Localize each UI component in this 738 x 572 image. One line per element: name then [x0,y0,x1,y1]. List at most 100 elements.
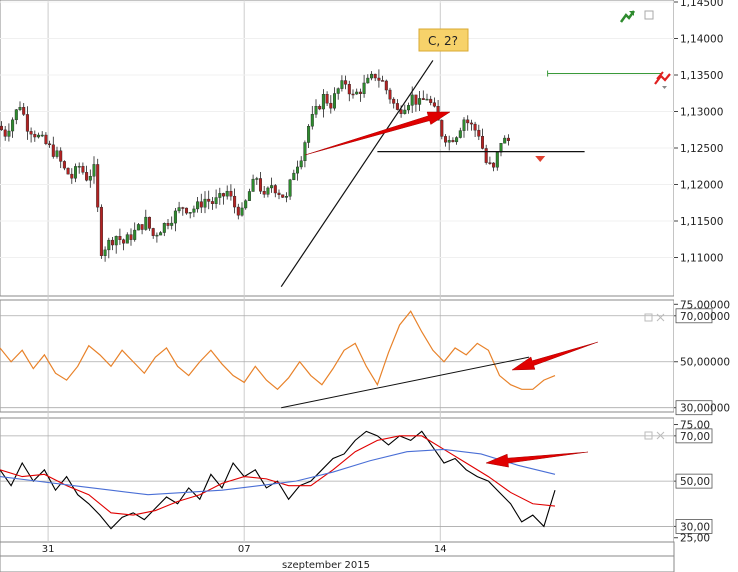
candle-body [233,195,237,208]
x-tick-label: 14 [434,544,447,555]
y-tick-label: 1,14500 [680,0,723,9]
candle-body [321,94,325,110]
y-tick-label: 30,00 [680,521,710,533]
candle-body [296,166,300,174]
y-tick-label: 30,00000 [680,403,730,415]
candle-body [162,223,166,233]
candle-body [284,196,288,198]
candle-body [484,148,488,163]
candle-body [196,201,200,210]
candle-body [229,190,233,197]
candle-body [444,136,448,143]
candle-body [336,88,340,94]
candle-body [136,224,140,231]
candle-body [107,239,111,251]
chart-window: C, 2? 1,14500 1,14000 1,13500 1,13000 1,1250… [0,0,738,572]
candle-body [44,134,48,145]
y-tick-label: 1,12000 [680,180,723,192]
candle-body [96,164,100,208]
candle-body [488,162,492,164]
candle-body [506,137,510,141]
candle-body [181,207,185,209]
candle-body [133,229,137,240]
candle-body [18,107,22,110]
candle-body [370,73,374,79]
candle-body [462,119,466,131]
candle-body [292,172,296,181]
y-tick-label: 1,11500 [680,216,723,228]
candle-body [447,140,451,143]
candle-body [125,234,129,244]
wave-annotation-label: C, 2? [428,34,458,48]
candle-body [281,194,285,198]
candle-body [270,185,274,189]
candle-body [22,107,26,115]
candle-body [492,162,496,168]
wave-annotation[interactable]: C, 2? [418,28,469,52]
y-tick-label: 70,00 [680,431,710,443]
candle-body [155,234,159,237]
candle-body [99,206,103,256]
candle-body [77,166,81,168]
candle-body [358,91,362,94]
candle-body [218,193,222,198]
x-tick-label: 07 [238,544,251,555]
stochastic-panel[interactable] [0,417,675,543]
candle-body [88,176,92,181]
y-tick-label: 1,14000 [680,34,723,46]
candle-body [418,98,422,105]
candle-body [66,167,70,175]
y-tick-label: 50,00000 [680,357,730,369]
y-tick-label: 25,00 [680,533,710,545]
candle-body [62,161,66,169]
candle-body [388,89,392,100]
candle-body [410,94,414,106]
x-tick-label: 31 [42,544,55,555]
candle-body [314,106,318,115]
candle-body [11,119,15,132]
candle-body [244,200,248,209]
candle-body [407,105,411,111]
candle-body [432,102,436,107]
candle-body [92,164,96,177]
candle-body [288,179,292,197]
candle-body [203,198,207,208]
candle-body [318,106,322,110]
candle-body [236,206,240,216]
candle-body [114,236,118,246]
candle-body [37,134,41,138]
candle-body [129,234,133,240]
y-tick-label: 50,00 [680,476,710,488]
candle-body [384,80,388,91]
candle-body [144,216,148,230]
candle-body [477,129,481,137]
candle-body [307,125,311,143]
candle-body [351,93,355,96]
candle-body [166,223,170,226]
candle-body [192,208,196,213]
candle-body [392,98,396,104]
candle-body [240,207,244,216]
candle-body [299,160,303,168]
candle-body [151,228,155,236]
candle-body [503,137,507,144]
candle-body [266,187,270,195]
y-tick-label: 1,13000 [680,107,723,119]
candle-body [495,152,499,168]
candle-body [469,122,473,125]
candle-body [188,212,192,214]
candle-body [344,80,348,85]
candle-body [473,123,477,131]
candle-body [147,216,151,229]
candle-body [173,210,177,224]
candle-body [340,80,344,89]
candle-body [199,201,203,208]
candle-body [70,173,74,179]
time-axis[interactable] [0,541,675,557]
candle-body [429,98,433,103]
candle-body [421,98,425,100]
candle-body [325,94,329,104]
candle-body [48,143,52,146]
candle-body [110,239,114,246]
y-tick-label: 1,13500 [680,70,723,82]
